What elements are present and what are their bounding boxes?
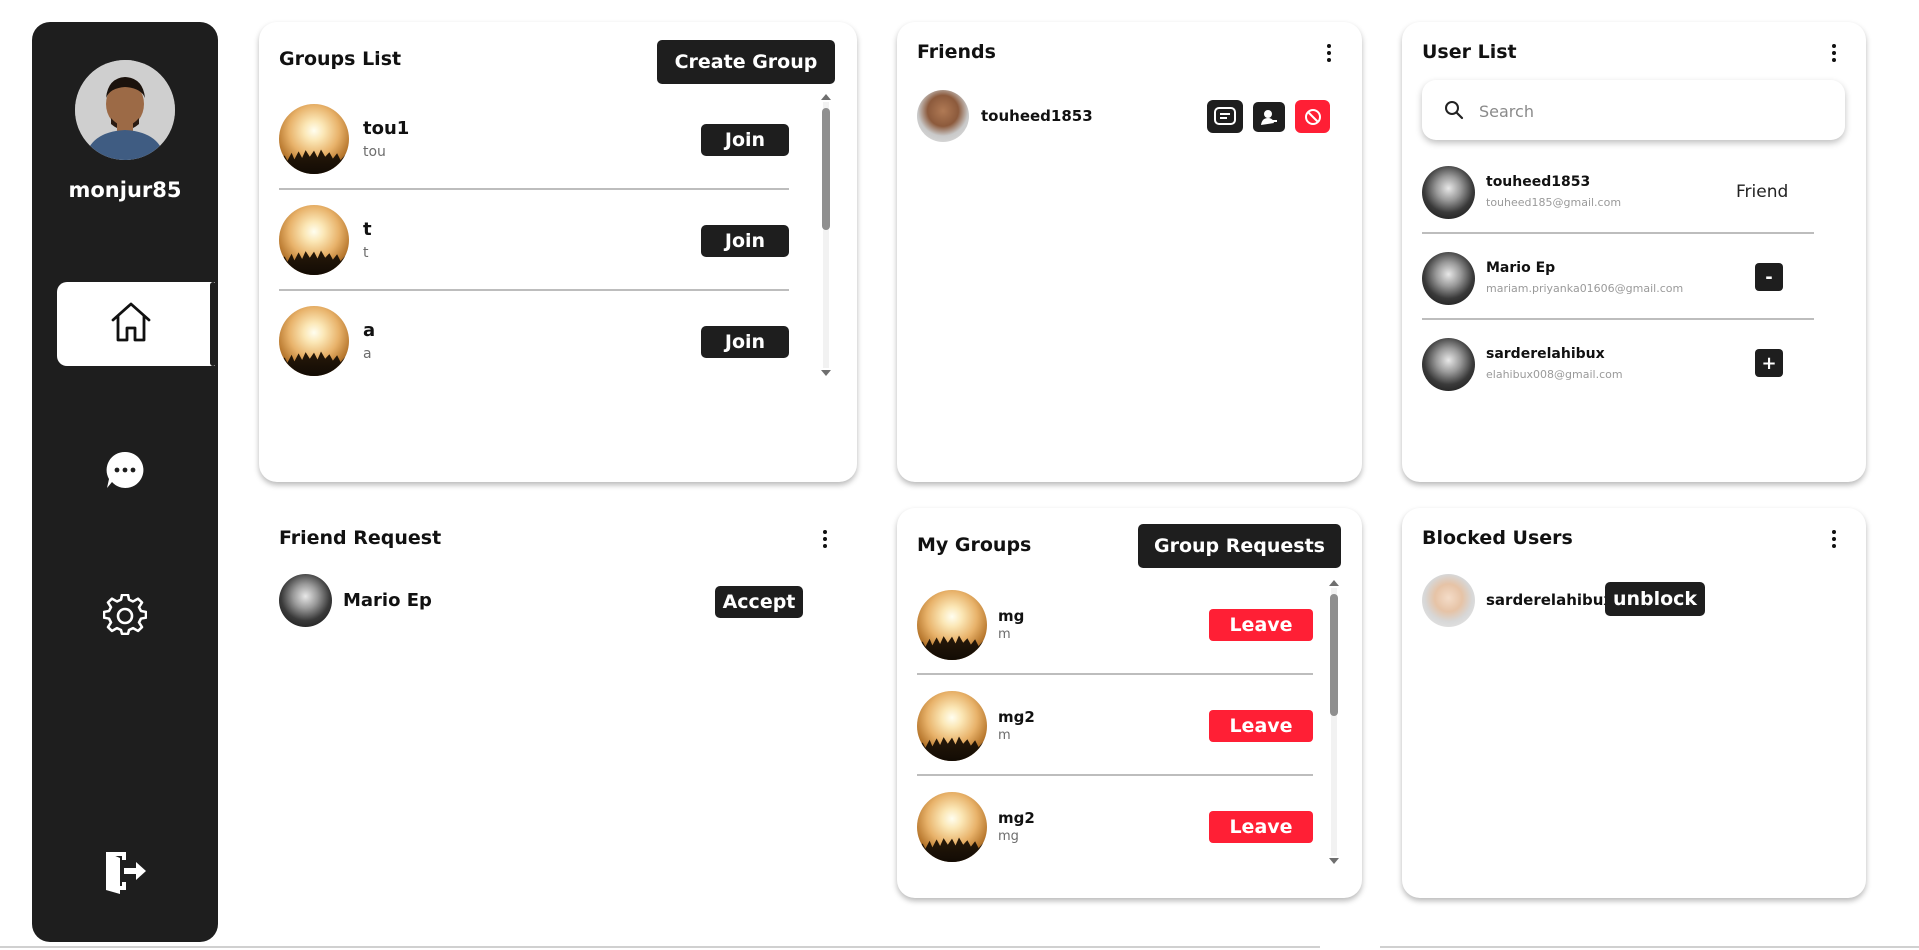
groups-list-title: Groups List bbox=[279, 48, 402, 70]
user-avatar bbox=[1422, 338, 1475, 391]
divider bbox=[917, 774, 1313, 776]
unblock-button[interactable]: unblock bbox=[1605, 582, 1705, 616]
bottom-divider bbox=[0, 946, 1320, 948]
group-subtitle: mg bbox=[998, 829, 1019, 844]
blocked-user-avatar bbox=[1422, 574, 1475, 627]
block-icon[interactable] bbox=[1295, 100, 1330, 133]
user-name: touheed1853 bbox=[1486, 174, 1591, 190]
user-name: sarderelahibux bbox=[1486, 346, 1605, 362]
bottom-divider bbox=[1380, 946, 1919, 948]
friend-avatar bbox=[917, 90, 969, 142]
group-avatar bbox=[917, 691, 987, 761]
blocked-users-menu-icon[interactable] bbox=[1824, 526, 1844, 552]
user-list-card: User List touheed1853 touheed185@gmail.c… bbox=[1402, 22, 1866, 482]
my-groups-scrollbar[interactable] bbox=[1327, 580, 1341, 864]
group-subtitle: tou bbox=[363, 144, 386, 160]
add-friend-button[interactable]: + bbox=[1755, 349, 1783, 377]
blocked-users-card: Blocked Users sarderelahibux unblock bbox=[1402, 508, 1866, 898]
group-name: mg2 bbox=[998, 708, 1035, 726]
message-icon[interactable] bbox=[1207, 100, 1243, 133]
user-email: mariam.priyanka01606@gmail.com bbox=[1486, 282, 1684, 295]
remove-friend-button[interactable]: - bbox=[1755, 263, 1783, 291]
divider bbox=[279, 188, 789, 190]
profile-icon[interactable] bbox=[1253, 102, 1285, 132]
friends-card: Friends touheed1853 bbox=[897, 22, 1362, 482]
group-name: mg2 bbox=[998, 809, 1035, 827]
group-avatar bbox=[279, 205, 349, 275]
user-list-menu-icon[interactable] bbox=[1824, 40, 1844, 66]
sidebar: monjur85 bbox=[32, 22, 218, 942]
groups-list-scrollbar[interactable] bbox=[819, 94, 833, 376]
nav-settings[interactable] bbox=[32, 593, 218, 642]
group-name: t bbox=[363, 219, 372, 240]
user-email: elahibux008@gmail.com bbox=[1486, 368, 1623, 381]
group-requests-button[interactable]: Group Requests bbox=[1138, 524, 1341, 568]
group-avatar bbox=[279, 306, 349, 376]
search-input[interactable] bbox=[1479, 98, 1819, 124]
user-avatar bbox=[1422, 252, 1475, 305]
friends-menu-icon[interactable] bbox=[1319, 40, 1339, 66]
group-name: a bbox=[363, 320, 376, 341]
friend-name: touheed1853 bbox=[981, 107, 1093, 125]
groups-list-card: Groups List Create Group tou1 tou Join t… bbox=[259, 22, 857, 482]
divider bbox=[917, 673, 1313, 675]
my-groups-card: My Groups Group Requests mg m Leave mg2 … bbox=[897, 508, 1362, 898]
leave-button[interactable]: Leave bbox=[1209, 811, 1313, 843]
profile-name: monjur85 bbox=[68, 178, 182, 202]
user-email: touheed185@gmail.com bbox=[1486, 196, 1622, 209]
profile-avatar[interactable] bbox=[75, 60, 175, 160]
group-avatar bbox=[917, 792, 987, 862]
nav-home[interactable] bbox=[57, 282, 215, 366]
friend-request-title: Friend Request bbox=[279, 527, 442, 549]
my-groups-title: My Groups bbox=[917, 534, 1032, 556]
divider bbox=[1422, 318, 1814, 320]
join-button[interactable]: Join bbox=[701, 124, 789, 156]
home-icon bbox=[107, 298, 155, 350]
requester-name: Mario Ep bbox=[343, 590, 432, 611]
settings-icon bbox=[102, 593, 148, 642]
nav-messages[interactable] bbox=[32, 449, 218, 495]
friend-status-label: Friend bbox=[1736, 182, 1789, 202]
nav-active-indicator bbox=[210, 282, 216, 366]
blocked-users-title: Blocked Users bbox=[1422, 527, 1573, 549]
user-list-title: User List bbox=[1422, 41, 1517, 63]
join-button[interactable]: Join bbox=[701, 225, 789, 257]
divider bbox=[279, 289, 789, 291]
nav-logout[interactable] bbox=[32, 848, 218, 898]
user-name: Mario Ep bbox=[1486, 260, 1556, 276]
group-subtitle: a bbox=[363, 346, 372, 362]
user-avatar bbox=[1422, 166, 1475, 219]
search-box bbox=[1422, 80, 1845, 140]
logout-icon bbox=[102, 848, 148, 898]
friend-request-menu-icon[interactable] bbox=[815, 526, 835, 552]
leave-button[interactable]: Leave bbox=[1209, 609, 1313, 641]
join-button[interactable]: Join bbox=[701, 326, 789, 358]
divider bbox=[1422, 232, 1814, 234]
friends-title: Friends bbox=[917, 41, 996, 63]
friend-request-card: Friend Request Mario Ep Accept bbox=[259, 508, 857, 898]
search-icon bbox=[1444, 100, 1464, 124]
group-avatar bbox=[279, 104, 349, 174]
create-group-button[interactable]: Create Group bbox=[657, 40, 835, 84]
group-subtitle: t bbox=[363, 245, 369, 261]
group-name: tou1 bbox=[363, 118, 410, 139]
leave-button[interactable]: Leave bbox=[1209, 710, 1313, 742]
chat-icon bbox=[104, 449, 146, 495]
group-subtitle: m bbox=[998, 627, 1011, 642]
requester-avatar bbox=[279, 574, 332, 627]
person-photo bbox=[75, 60, 175, 160]
blocked-user-name: sarderelahibux bbox=[1486, 591, 1614, 609]
group-avatar bbox=[917, 590, 987, 660]
group-subtitle: m bbox=[998, 728, 1011, 743]
accept-button[interactable]: Accept bbox=[715, 586, 803, 618]
group-name: mg bbox=[998, 607, 1025, 625]
